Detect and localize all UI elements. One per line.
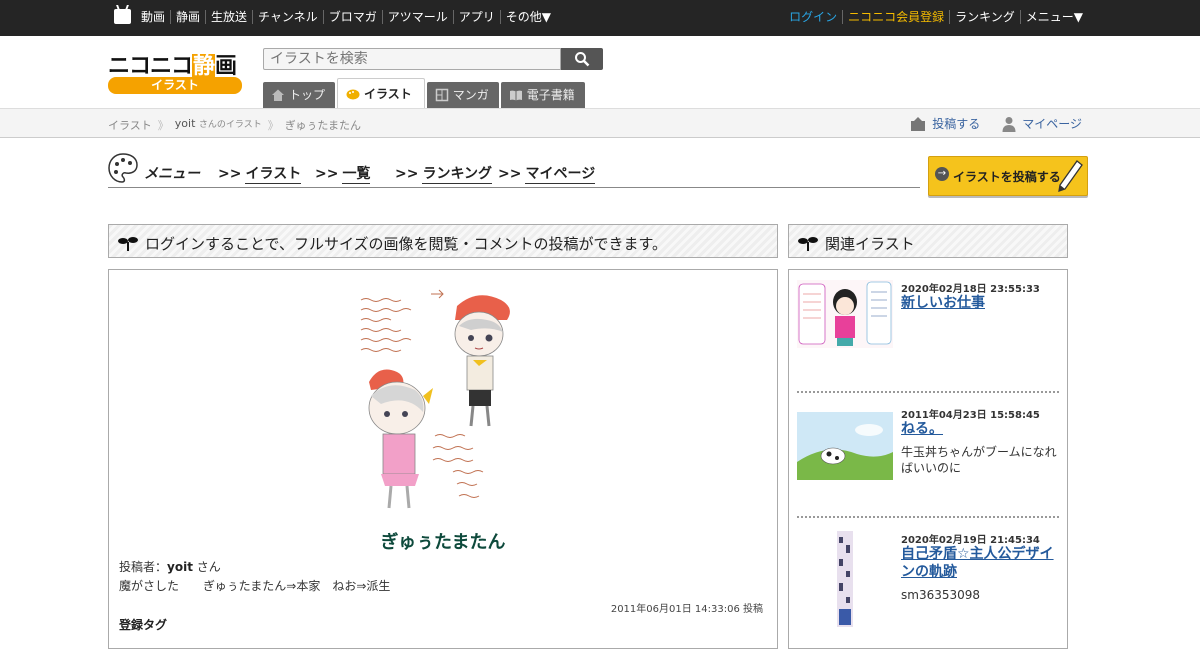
crumb-actions: 投稿する マイページ [910,115,1082,132]
tab-illust[interactable]: イラスト [337,78,425,108]
post-illust-button[interactable]: → イラストを投稿する [928,156,1088,196]
related-title[interactable]: ねる。 [901,420,1061,438]
manga-icon [435,88,449,102]
logo-illust-pill: イラスト [108,77,242,94]
mypage-link[interactable]: マイページ [1002,115,1082,132]
related-thumb[interactable] [797,412,893,480]
upload-icon [911,116,926,131]
related-date: 2020年02月19日 21:45:34 [901,535,1040,546]
tab-manga[interactable]: マンガ [426,82,499,108]
menu-label: メニュー [144,166,200,182]
login-notice-text: ログインすることで、フルサイズの画像を閲覧・コメントの投稿ができます。 [145,235,668,253]
related-illust-list: 2020年02月18日 23:55:33 新しいお仕事 2011年04月23日 … [788,269,1068,649]
login-link[interactable]: ログイン [784,10,842,24]
related-thumb[interactable] [827,531,863,627]
arrow-right-icon: → [935,167,949,181]
breadcrumb-root[interactable]: イラスト [108,117,152,133]
search-form [263,48,603,70]
breadcrumb-user[interactable]: yoit さんのイラスト [175,117,262,133]
related-item[interactable]: 2011年04月23日 15:58:45 ねる。 牛玉丼ちゃんがブームになればい… [797,406,1059,496]
illust-image[interactable] [359,286,529,512]
seiga-logo[interactable]: ニコニコ静画 イラスト [108,48,242,96]
menu-link-illust[interactable]: >> イラスト [218,163,302,184]
home-icon [272,89,284,101]
search-icon [575,52,590,67]
illust-title: ぎゅぅたまたん [380,532,506,553]
palette-icon [108,153,138,183]
nav-seiga[interactable]: 静画 [170,10,205,24]
related-title[interactable]: 新しいお仕事 [901,294,1061,312]
nav-app[interactable]: アプリ [452,10,500,24]
poster-line: 投稿者：yoit さん [119,560,221,574]
global-nav-left: 動画 静画 生放送 チャンネル ブロマガ アツマール アプリ その他▼ [136,10,556,24]
menu-link-list[interactable]: >> 一覧 [315,163,371,184]
breadcrumb: イラスト 》 yoit さんのイラスト 》 ぎゅぅたまたん [108,117,361,133]
logo-text: ニコニコ静画 [108,54,237,79]
search-button[interactable] [561,48,603,70]
login-notice-header: ログインすることで、フルサイズの画像を閲覧・コメントの投稿ができます。 [108,224,778,258]
related-item[interactable]: 2020年02月19日 21:45:34 自己矛盾☆主人公デザインの軌跡 sm3… [797,531,1059,631]
breadcrumb-current: ぎゅぅたまたん [284,119,362,132]
related-thumb[interactable] [797,280,893,348]
related-caption: 牛玉丼ちゃんがブームになればいいのに [901,445,1057,475]
global-nav-bar: 動画 静画 生放送 チャンネル ブロマガ アツマール アプリ その他▼ ログイン… [0,0,1200,36]
posted-timestamp: 2011年06月01日 14:33:06 投稿 [610,604,763,615]
post-link[interactable]: 投稿する [910,115,980,132]
nav-atsumaru[interactable]: アツマール [381,10,453,24]
register-link[interactable]: ニコニコ会員登録 [842,10,949,24]
user-icon [1002,116,1016,132]
related-heading: 関連イラスト [825,235,915,253]
tab-ebook[interactable]: 電子書籍 [500,82,585,108]
illust-description: 魔がさした ぎゅぅたまたん⇒本家 ねお⇒派生 [119,579,391,593]
illust-menu: メニュー >> イラスト >> 一覧 >> ランキング >> マイページ [108,152,920,188]
ranking-link[interactable]: ランキング [949,10,1020,24]
breadcrumb-separator: 》 [267,119,279,132]
nav-douga[interactable]: 動画 [136,10,170,24]
tab-top[interactable]: トップ [263,82,336,108]
menu-link-mypage[interactable]: >> マイページ [498,163,596,184]
menu-dropdown[interactable]: メニュー▼ [1019,10,1088,24]
breadcrumb-bar: イラスト 》 yoit さんのイラスト 》 ぎゅぅたまたん 投稿する マイページ [0,108,1200,138]
search-input[interactable] [263,48,561,70]
category-tabs: トップ イラスト マンガ 電子書籍 [263,78,587,108]
related-caption: sm36353098 [901,588,981,602]
nav-more[interactable]: その他▼ [499,10,556,24]
related-item[interactable]: 2020年02月18日 23:55:33 新しいお仕事 [797,280,1059,360]
menu-link-ranking[interactable]: >> ランキング [395,163,493,184]
nav-live[interactable]: 生放送 [205,10,252,24]
nav-channel[interactable]: チャンネル [252,10,323,24]
related-divider [797,391,1059,393]
niconico-tv-icon[interactable] [114,9,131,24]
related-date: 2020年02月18日 23:55:33 [901,284,1040,295]
related-title[interactable]: 自己矛盾☆主人公デザインの軌跡 [901,545,1061,581]
site-header: ニコニコ静画 イラスト トップ イラスト マンガ 電子書籍 [0,36,1200,108]
illust-detail: ぎゅぅたまたん 投稿者：yoit さん 魔がさした ぎゅぅたまたん⇒本家 ねお⇒… [108,269,778,649]
breadcrumb-separator: 》 [157,119,169,132]
sprout-icon [798,237,818,251]
pen-icon [1058,160,1083,192]
global-nav-right: ログイン ニコニコ会員登録 ランキング メニュー▼ [784,10,1088,24]
book-icon [509,90,522,101]
nav-blomaga[interactable]: ブロマガ [322,10,382,24]
tags-heading: 登録タグ [119,618,168,632]
related-divider [797,516,1059,518]
palette-icon [346,89,360,99]
related-header: 関連イラスト [788,224,1068,258]
related-date: 2011年04月23日 15:58:45 [901,410,1040,421]
poster-name[interactable]: yoit [167,560,193,574]
sprout-icon [118,237,138,251]
